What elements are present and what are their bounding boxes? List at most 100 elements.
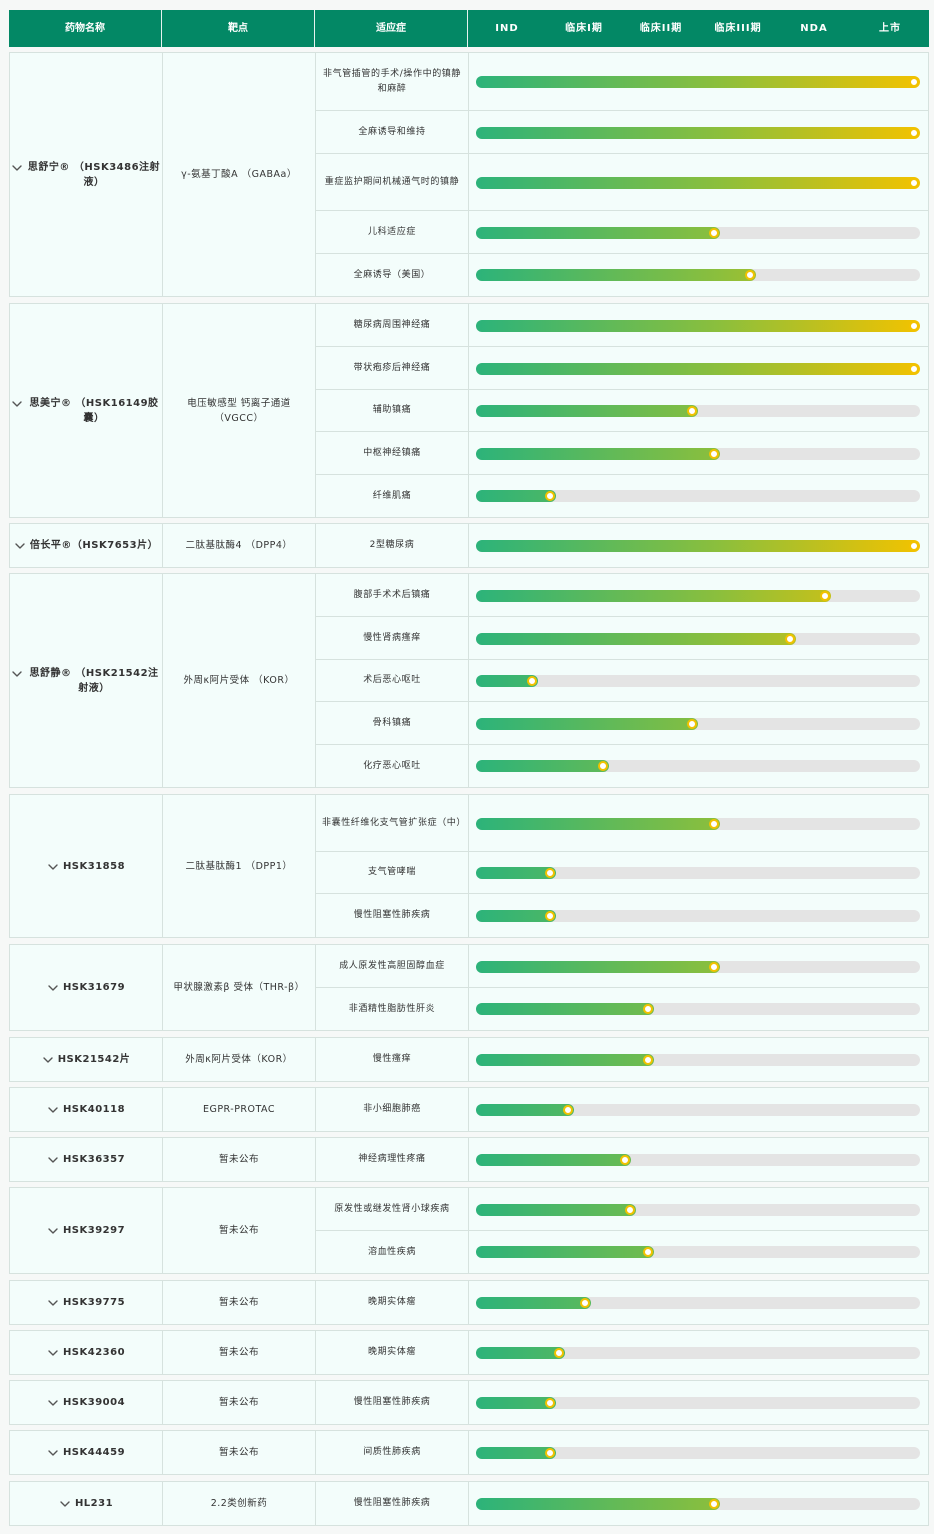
drug-name: HSK31858 xyxy=(62,860,126,872)
progress-fill xyxy=(476,1154,631,1166)
indication-name: 骨科镇痛 xyxy=(316,702,469,744)
indication-name: 慢性阻塞性肺疾病 xyxy=(316,1381,469,1424)
indication-name: 中枢神经镇痛 xyxy=(316,432,469,474)
progress-knob xyxy=(909,321,919,331)
progress-track xyxy=(476,127,920,139)
drug-toggle[interactable]: HSK31858 xyxy=(47,859,125,874)
drug-name: HSK39297 xyxy=(62,1225,126,1236)
drug-cell[interactable]: 思舒静® （HSK21542注射液） xyxy=(10,574,163,787)
drug-name: HSK42360 xyxy=(62,1347,126,1358)
target-cell: 暂未公布 xyxy=(163,1138,316,1181)
chevron-down-icon xyxy=(12,400,22,407)
drug-toggle[interactable]: HSK31679 xyxy=(47,980,125,995)
progress-fill xyxy=(476,76,920,88)
target-cell: 电压敏感型 钙离子通道（VGCC） xyxy=(163,304,316,517)
indication-name: 溶血性疾病 xyxy=(316,1231,469,1273)
indication-row: 全麻诱导（美国） xyxy=(316,254,928,296)
progress-track xyxy=(476,590,920,602)
drug-group: 思舒宁® （HSK3486注射液） γ-氨基丁酸A （GABAa） 非气管插管的手术… xyxy=(9,52,929,297)
indication-row: 成人原发性高胆固醇血症 xyxy=(316,945,928,988)
drug-cell[interactable]: HSK39004 xyxy=(10,1381,163,1424)
drug-toggle[interactable]: 思舒静® （HSK21542注射液） xyxy=(11,666,161,696)
indication-row: 带状疱疹后神经痛 xyxy=(316,347,928,390)
progress-knob xyxy=(643,1247,653,1257)
chevron-down-icon xyxy=(60,1501,70,1507)
progress-track xyxy=(476,1246,920,1258)
drug-toggle[interactable]: HL231 xyxy=(59,1496,113,1511)
drug-toggle[interactable]: HSK21542片 xyxy=(42,1052,131,1067)
drug-cell[interactable]: HSK21542片 xyxy=(10,1038,163,1081)
progress-knob xyxy=(545,911,555,921)
drug-toggle[interactable]: 思舒宁® （HSK3486注射液） xyxy=(11,160,161,190)
progress-fill xyxy=(476,127,920,139)
drug-cell[interactable]: HSK39297 xyxy=(10,1188,163,1273)
progress-fill xyxy=(476,1104,574,1116)
progress-knob xyxy=(643,1055,653,1065)
stage-ind: IND xyxy=(495,23,519,34)
progress-knob xyxy=(527,676,537,686)
progress-fill xyxy=(476,1347,565,1359)
progress-track xyxy=(476,540,920,552)
drug-toggle[interactable]: HSK36357 xyxy=(47,1152,125,1167)
progress-fill xyxy=(476,227,720,239)
drug-cell[interactable]: HSK40118 xyxy=(10,1088,163,1131)
indication-row: 全麻诱导和维持 xyxy=(316,111,928,154)
drug-toggle[interactable]: HSK39297 xyxy=(47,1223,125,1238)
chevron-down-icon xyxy=(42,1057,53,1063)
target-name: 二肽基肽酶1 （DPP1） xyxy=(185,860,293,872)
progress-fill xyxy=(476,633,796,645)
indication-name: 化疗恶心呕吐 xyxy=(316,745,469,787)
target-name: 暂未公布 xyxy=(218,1397,259,1408)
progress-fill xyxy=(476,177,920,189)
progress-fill xyxy=(476,1498,720,1510)
target-name: 外周κ阿片受体 （KOR） xyxy=(183,675,295,686)
indication-row: 糖尿病周围神经痛 xyxy=(316,304,928,347)
indication-row: 溶血性疾病 xyxy=(316,1231,928,1273)
progress-fill xyxy=(476,269,756,281)
drug-cell[interactable]: HL231 xyxy=(10,1482,163,1525)
drug-cell[interactable]: HSK42360 xyxy=(10,1331,163,1374)
indication-name: 腹部手术术后镇痛 xyxy=(316,574,469,616)
indication-row: 化疗恶心呕吐 xyxy=(316,745,928,787)
drug-toggle[interactable]: 思美宁® （HSK16149胶囊） xyxy=(11,396,161,426)
header-drug: 药物名称 xyxy=(9,10,162,47)
indication-name: 成人原发性高胆固醇血症 xyxy=(316,945,469,987)
indication-name: 支气管哮喘 xyxy=(316,852,469,893)
drug-cell[interactable]: HSK36357 xyxy=(10,1138,163,1181)
drug-name: HSK31679 xyxy=(62,982,126,993)
indication-row: 原发性或继发性肾小球疾病 xyxy=(316,1188,928,1231)
indication-row: 儿科适应症 xyxy=(316,211,928,254)
progress-track xyxy=(476,633,920,645)
drug-cell[interactable]: 倍长平®（HSK7653片） xyxy=(10,524,163,567)
progress-track xyxy=(476,448,920,460)
drug-group: 倍长平®（HSK7653片） 二肽基肽酶4 （DPP4） 2型糖尿病 xyxy=(9,523,929,568)
drug-toggle[interactable]: HSK44459 xyxy=(47,1445,125,1460)
drug-name: HSK39775 xyxy=(62,1297,126,1308)
drug-toggle[interactable]: HSK39004 xyxy=(47,1395,125,1410)
indication-name: 非囊性纤维化支气管扩张症（中） xyxy=(316,795,469,851)
target-cell: 2.2类创新药 xyxy=(163,1482,316,1525)
indication-row: 2型糖尿病 xyxy=(316,524,928,567)
drug-group: 思美宁® （HSK16149胶囊） 电压敏感型 钙离子通道（VGCC） 糖尿病周围神… xyxy=(9,303,929,518)
drug-cell[interactable]: HSK44459 xyxy=(10,1431,163,1474)
drug-cell[interactable]: 思舒宁® （HSK3486注射液） xyxy=(10,53,163,296)
target-cell: 暂未公布 xyxy=(163,1431,316,1474)
target-cell: 外周κ阿片受体（KOR） xyxy=(163,1038,316,1081)
drug-cell[interactable]: HSK39775 xyxy=(10,1281,163,1324)
drug-toggle[interactable]: 倍长平®（HSK7653片） xyxy=(14,538,158,553)
progress-knob xyxy=(709,228,719,238)
progress-fill xyxy=(476,1246,654,1258)
progress-track xyxy=(476,363,920,375)
progress-track xyxy=(476,1397,920,1409)
drug-cell[interactable]: HSK31858 xyxy=(10,795,163,937)
header-indication: 适应症 xyxy=(315,10,468,47)
drug-toggle[interactable]: HSK42360 xyxy=(47,1345,125,1360)
indication-row: 慢性瘙痒 xyxy=(316,1038,928,1081)
drug-toggle[interactable]: HSK39775 xyxy=(47,1295,125,1310)
progress-track xyxy=(476,1347,920,1359)
drug-toggle[interactable]: HSK40118 xyxy=(47,1102,125,1117)
drug-cell[interactable]: HSK31679 xyxy=(10,945,163,1030)
progress-fill xyxy=(476,1003,654,1015)
chevron-down-icon xyxy=(12,164,22,171)
drug-cell[interactable]: 思美宁® （HSK16149胶囊） xyxy=(10,304,163,517)
